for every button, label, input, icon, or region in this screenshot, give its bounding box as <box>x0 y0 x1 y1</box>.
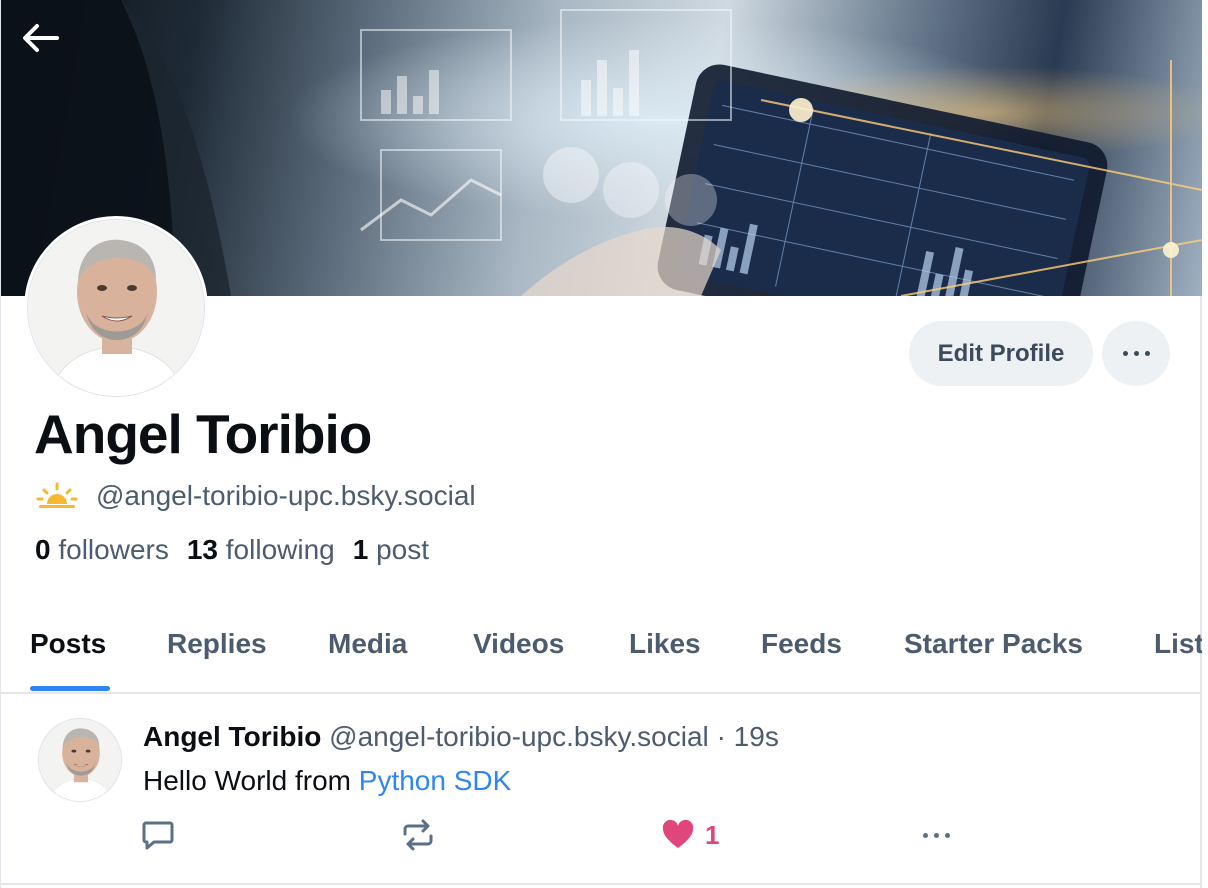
back-button[interactable] <box>21 22 81 70</box>
handle-row: @angel-toribio-upc.bsky.social <box>36 480 476 512</box>
profile-handle: @angel-toribio-upc.bsky.social <box>96 480 476 511</box>
post-avatar-image <box>39 719 121 801</box>
post-more-button[interactable] <box>923 817 950 853</box>
post-separator: · <box>716 721 726 752</box>
post-author-name[interactable]: Angel Toribio <box>143 721 321 752</box>
post-body: Hello World from Python SDK <box>143 765 511 797</box>
ellipsis-icon <box>1122 351 1150 356</box>
following-count: 13 <box>186 534 218 565</box>
reply-button[interactable] <box>141 817 175 853</box>
sunrise-icon <box>36 482 78 508</box>
tab-likes[interactable]: Likes <box>629 628 701 660</box>
comment-icon <box>142 821 174 850</box>
display-name: Angel Toribio <box>34 403 372 465</box>
post-author-handle[interactable]: @angel-toribio-upc.bsky.social <box>329 721 709 752</box>
followers-count: 0 <box>35 534 51 565</box>
following-stat[interactable]: 13 following <box>187 534 335 566</box>
followers-stat[interactable]: 0 followers <box>35 534 169 566</box>
repost-icon <box>403 819 433 851</box>
followers-label: followers <box>58 534 169 565</box>
posts-count: 1 <box>352 534 369 565</box>
posts-stat: 1 post <box>353 534 429 566</box>
active-tab-indicator <box>30 686 110 691</box>
heart-icon <box>662 819 694 848</box>
arrow-left-icon <box>23 24 59 52</box>
following-label: following <box>225 534 335 565</box>
like-count: 1 <box>705 819 720 850</box>
ellipsis-icon <box>923 832 950 838</box>
post-author-avatar[interactable] <box>38 718 122 802</box>
profile-more-button[interactable] <box>1102 321 1170 386</box>
post-timestamp[interactable]: 19s <box>734 721 779 752</box>
tab-replies[interactable]: Replies <box>167 628 267 660</box>
tab-lists[interactable]: Lists <box>1154 628 1202 660</box>
profile-page: Edit Profile Angel Toribio @angel-toribi… <box>0 0 1202 888</box>
tab-media[interactable]: Media <box>328 628 407 660</box>
post-link[interactable]: Python SDK <box>359 765 512 796</box>
tab-videos[interactable]: Videos <box>473 628 564 660</box>
repost-button[interactable] <box>401 817 435 853</box>
post-header: Angel Toribio @angel-toribio-upc.bsky.so… <box>143 721 779 753</box>
avatar-image <box>28 220 204 396</box>
profile-tabs: Posts Replies Media Videos Likes Feeds S… <box>1 600 1202 694</box>
profile-avatar[interactable] <box>24 216 208 400</box>
tab-starter-packs[interactable]: Starter Packs <box>904 628 1083 660</box>
post-text: Hello World from <box>143 765 359 796</box>
like-button[interactable]: 1 <box>661 817 719 853</box>
edit-profile-button[interactable]: Edit Profile <box>909 321 1093 386</box>
tab-posts[interactable]: Posts <box>30 628 106 660</box>
posts-label: post <box>376 534 430 565</box>
feed-post[interactable]: Angel Toribio @angel-toribio-upc.bsky.so… <box>1 693 1202 885</box>
tab-feeds[interactable]: Feeds <box>761 628 842 660</box>
profile-stats: 0 followers 13 following 1 post <box>35 534 429 566</box>
